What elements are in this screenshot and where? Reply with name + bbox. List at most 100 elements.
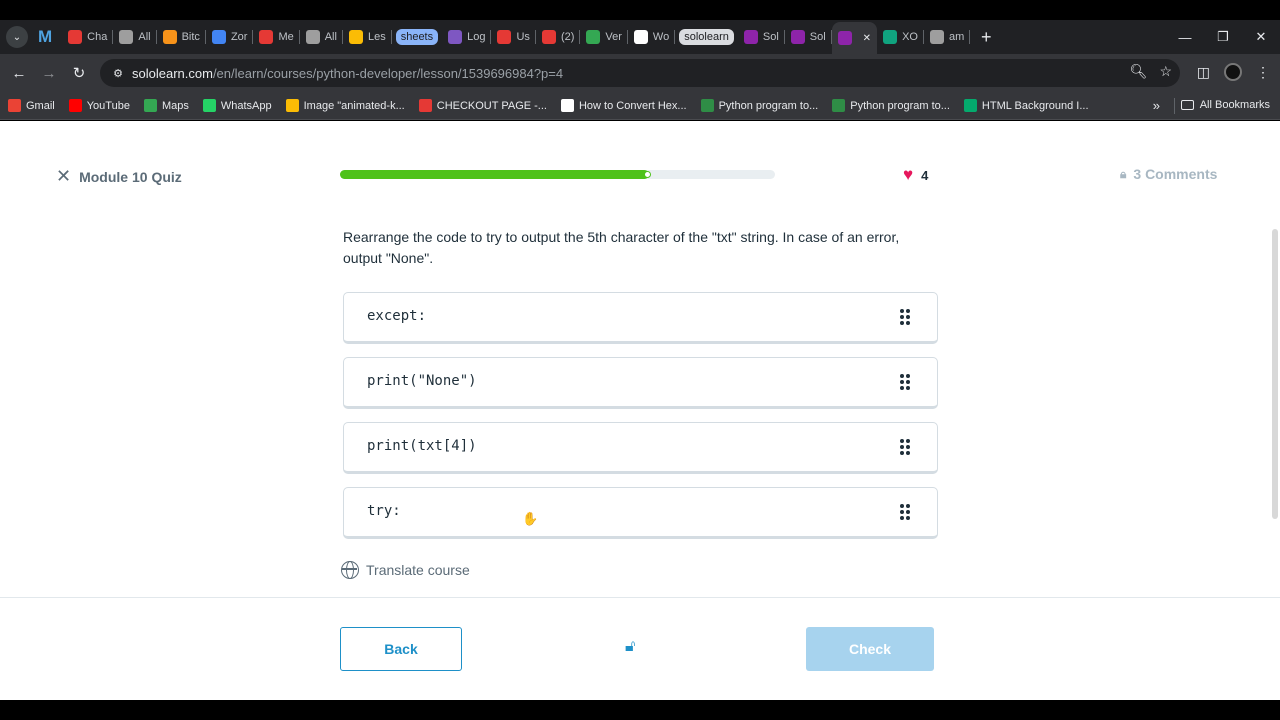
reload-icon[interactable]: ↻ — [64, 64, 94, 82]
back-arrow-icon[interactable]: ← — [4, 65, 34, 82]
bookmark-label: Maps — [161, 99, 189, 112]
browser-tab[interactable]: Bitc — [157, 23, 206, 51]
bookmark-item[interactable]: HTML Background I... — [963, 99, 1089, 112]
browser-tab[interactable]: Sol — [738, 23, 785, 51]
bookmarks-divider — [1174, 98, 1175, 114]
browser-tab[interactable]: Wo — [628, 23, 676, 51]
browser-tab[interactable]: Sol — [785, 23, 832, 51]
browser-tab[interactable]: Log — [442, 23, 492, 51]
translate-course-link[interactable]: Translate course — [341, 561, 470, 579]
comments-label: 3 Comments — [1133, 166, 1218, 182]
bookmark-label: Python program to... — [718, 99, 819, 112]
bookmark-label: Image "animated-k... — [303, 99, 405, 112]
bottom-black-bar — [0, 700, 1280, 720]
browser-tab[interactable]: XO — [877, 23, 924, 51]
close-tab-icon[interactable]: ✕ — [863, 33, 871, 44]
close-icon[interactable]: ✕ — [56, 166, 71, 187]
tab-title: Wo — [652, 31, 670, 43]
restore-icon[interactable]: ❐ — [1204, 29, 1242, 45]
bookmark-item[interactable]: Python program to... — [700, 99, 819, 112]
amazon-icon — [633, 30, 648, 44]
openai-icon — [119, 30, 134, 44]
back-button[interactable]: Back — [340, 627, 462, 671]
tab-search-chevron-icon[interactable]: ⌄ — [6, 26, 28, 48]
map-pin-icon — [348, 30, 363, 44]
bookmark-item[interactable]: Maps — [143, 99, 189, 112]
grab-cursor-icon: ✋ — [522, 511, 539, 526]
forward-arrow-icon[interactable]: → — [34, 65, 64, 82]
unlock-icon[interactable]: 🔓︎ — [625, 638, 635, 656]
code-block[interactable]: except: — [343, 292, 938, 344]
browser-tab[interactable]: Cha — [62, 23, 114, 51]
bookmark-label: CHECKOUT PAGE -... — [436, 99, 547, 112]
url-text[interactable]: sololearn.com/en/learn/courses/python-de… — [132, 66, 563, 81]
progress-fill — [340, 170, 651, 179]
lock-icon: 🔒︎ — [1120, 166, 1127, 181]
bookmark-item[interactable]: Gmail — [8, 99, 55, 112]
browser-tab[interactable]: Us — [491, 23, 536, 51]
code-block[interactable]: print("None") — [343, 357, 938, 409]
bookmark-label: Python program to... — [850, 99, 950, 112]
close-quiz-button[interactable]: ✕ Module 10 Quiz — [56, 166, 182, 187]
comments-button[interactable]: 🔒︎ 3 Comments — [1120, 166, 1217, 182]
bookmark-item[interactable]: YouTube — [68, 99, 130, 112]
sololearn-icon — [790, 30, 805, 44]
code-block[interactable]: try: — [343, 487, 938, 539]
drag-handle-icon[interactable] — [900, 439, 910, 455]
quiz-title: Module 10 Quiz — [79, 168, 182, 185]
browser-tab[interactable]: Ver — [580, 23, 628, 51]
code-block[interactable]: print(txt[4]) — [343, 422, 938, 474]
browser-tab[interactable]: sololearn — [675, 23, 738, 51]
bookmark-item[interactable]: CHECKOUT PAGE -... — [418, 99, 547, 112]
bookmark-star-icon[interactable]: ☆ — [1159, 63, 1172, 80]
navigation-row: ← → ↻ ⚙ sololearn.com/en/learn/courses/p… — [0, 54, 1280, 92]
tab-group-label[interactable]: sololearn — [679, 29, 734, 45]
browser-tab[interactable]: (2) — [536, 23, 581, 51]
tab-m-logo[interactable]: M — [28, 23, 62, 51]
translate-label: Translate course — [366, 562, 470, 578]
browser-tab[interactable]: All — [113, 23, 157, 51]
bookmark-label: HTML Background I... — [981, 99, 1089, 112]
bookmark-item[interactable]: Image "animated-k... — [285, 99, 405, 112]
browser-tab[interactable]: sheets — [392, 23, 442, 51]
menu-kebab-icon[interactable]: ⋮ — [1256, 64, 1270, 81]
drag-handle-icon[interactable] — [900, 504, 910, 520]
m-logo-icon: M — [38, 27, 53, 46]
sololearn-icon — [743, 30, 758, 44]
page-scrollbar[interactable] — [1272, 229, 1278, 519]
tab-title: Me — [278, 31, 294, 43]
bookmark-item[interactable]: WhatsApp — [202, 99, 272, 112]
side-panel-icon[interactable]: ◫ — [1197, 64, 1210, 81]
minimize-icon[interactable]: — — [1166, 30, 1204, 45]
hearts-counter[interactable]: ♥ 4 — [903, 165, 928, 185]
browser-tab[interactable]: ✕ — [831, 22, 878, 54]
whatsapp-icon — [202, 99, 216, 112]
browser-tab[interactable]: Me — [253, 23, 300, 51]
mega-icon — [259, 30, 274, 44]
bookmark-item[interactable]: Python program to... — [832, 99, 950, 112]
zoom-icon[interactable]: 🔍︎ — [1130, 63, 1148, 80]
address-bar[interactable]: ⚙ sololearn.com/en/learn/courses/python-… — [100, 59, 1180, 87]
progress-bar — [340, 170, 775, 179]
all-bookmarks-button[interactable]: All Bookmarks — [1180, 99, 1270, 111]
browser-tab[interactable]: Les — [343, 23, 392, 51]
check-button[interactable]: Check — [806, 627, 934, 671]
browser-tab[interactable]: All — [300, 23, 343, 51]
maps-icon — [143, 99, 157, 112]
tab-title: Les — [367, 31, 386, 43]
browser-tab[interactable]: Zor — [206, 23, 254, 51]
browser-tab[interactable]: am — [924, 23, 971, 51]
footer-divider — [0, 597, 1280, 598]
tab-title: am — [948, 31, 965, 43]
tab-group-label[interactable]: sheets — [395, 29, 439, 45]
drag-handle-icon[interactable] — [900, 309, 910, 325]
drag-handle-icon[interactable] — [900, 374, 910, 390]
site-info-icon[interactable]: ⚙ — [104, 67, 132, 80]
tab-title: (2) — [560, 31, 575, 43]
profile-avatar[interactable] — [1224, 63, 1242, 81]
close-window-icon[interactable]: ✕ — [1242, 29, 1280, 45]
more-bookmarks-chevron-icon[interactable]: » — [1153, 98, 1160, 113]
tab-title: Cha — [87, 31, 108, 43]
new-tab-button[interactable]: + — [974, 27, 998, 48]
bookmark-item[interactable]: How to Convert Hex... — [560, 99, 687, 112]
